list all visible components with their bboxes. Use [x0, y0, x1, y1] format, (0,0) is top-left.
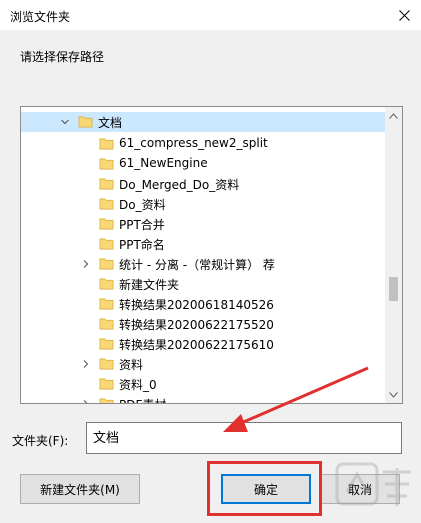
folder-icon: [99, 218, 114, 230]
tree-item[interactable]: PPT命名: [21, 234, 385, 254]
tree-item-label: PPT合并: [119, 218, 165, 232]
tree-item[interactable]: 61_NewEngine: [21, 154, 385, 174]
tree-item[interactable]: 资料: [21, 354, 385, 374]
folder-icon: [99, 378, 114, 390]
tree-item[interactable]: PDF素材: [21, 394, 385, 404]
tree-item-label: 文档: [98, 116, 123, 130]
folder-icon: [99, 298, 114, 310]
folder-icon: [99, 178, 114, 190]
tree-item-label: 转换结果20200622175520: [119, 318, 274, 332]
chevron-right-icon[interactable]: [81, 399, 91, 404]
folder-icon: [78, 116, 93, 128]
tree-item-label: 新建文件夹: [119, 278, 180, 292]
tree-item[interactable]: 转换结果20200622175520: [21, 314, 385, 334]
title-bar: 浏览文件夹: [0, 0, 421, 30]
folder-icon: [99, 138, 114, 150]
scrollbar-thumb[interactable]: [389, 277, 398, 301]
tree-item-label: 资料_0: [119, 378, 157, 392]
prompt-text: 请选择保存路径: [20, 50, 105, 64]
tree-item[interactable]: 统计 - 分离 -（常规计算） 荐: [21, 254, 385, 274]
tree-item-label: PPT命名: [119, 238, 165, 252]
close-button[interactable]: [387, 0, 421, 30]
tree-item-label: 61_compress_new2_split: [119, 136, 268, 150]
tree-item[interactable]: 新建文件夹: [21, 274, 385, 294]
tree-item[interactable]: 资料_0: [21, 374, 385, 394]
vertical-scrollbar[interactable]: [385, 107, 402, 403]
tree-item-label: 61_NewEngine: [119, 156, 208, 170]
tree-item-label: Do_Merged_Do_资料: [119, 178, 240, 192]
scroll-down-icon: [389, 391, 398, 398]
tree-item-label: PDF素材: [119, 396, 166, 403]
tree-item[interactable]: Do_Merged_Do_资料: [21, 174, 385, 194]
cancel-button[interactable]: 取消: [320, 474, 400, 504]
tree-item-label: 转换结果20200622175610: [119, 338, 274, 352]
chevron-right-icon[interactable]: [81, 259, 91, 269]
tree-item[interactable]: PPT合并: [21, 214, 385, 234]
folder-icon: [99, 318, 114, 330]
folder-field-label: 文件夹(F):: [12, 434, 69, 448]
scroll-up-button[interactable]: [385, 107, 402, 124]
close-icon: [398, 9, 410, 21]
folder-icon: [99, 338, 114, 350]
tree-item-label: 资料: [119, 358, 144, 372]
folder-icon: [99, 198, 114, 210]
tree-item[interactable]: Do_资料: [21, 194, 385, 214]
folder-input[interactable]: 文档: [86, 422, 402, 454]
tree-item[interactable]: 61_compress_new2_split: [21, 134, 385, 154]
folder-icon: [99, 358, 114, 370]
folder-tree[interactable]: 文档 61_compress_new2_split 61_NewEngine Do_M…: [20, 106, 403, 404]
new-folder-button[interactable]: 新建文件夹(M): [20, 474, 140, 504]
folder-icon: [99, 238, 114, 250]
chevron-right-icon[interactable]: [81, 359, 91, 369]
folder-icon: [99, 398, 114, 403]
chevron-down-icon[interactable]: [60, 117, 70, 127]
tree-item[interactable]: 转换结果20200618140526: [21, 294, 385, 314]
tree-item-label: Do_资料: [119, 198, 166, 212]
folder-icon: [99, 278, 114, 290]
scroll-down-button[interactable]: [385, 386, 402, 403]
scroll-up-icon: [389, 112, 398, 119]
tree-item-label: 转换结果20200618140526: [119, 298, 274, 312]
folder-icon: [99, 258, 114, 270]
folder-icon: [99, 158, 114, 170]
tree-item[interactable]: 转换结果20200622175610: [21, 334, 385, 354]
dialog-title: 浏览文件夹: [10, 10, 71, 24]
tree-item-label: 统计 - 分离 -（常规计算） 荐: [119, 258, 275, 272]
tree-item[interactable]: 文档: [21, 112, 385, 132]
ok-button[interactable]: 确定: [221, 474, 311, 504]
